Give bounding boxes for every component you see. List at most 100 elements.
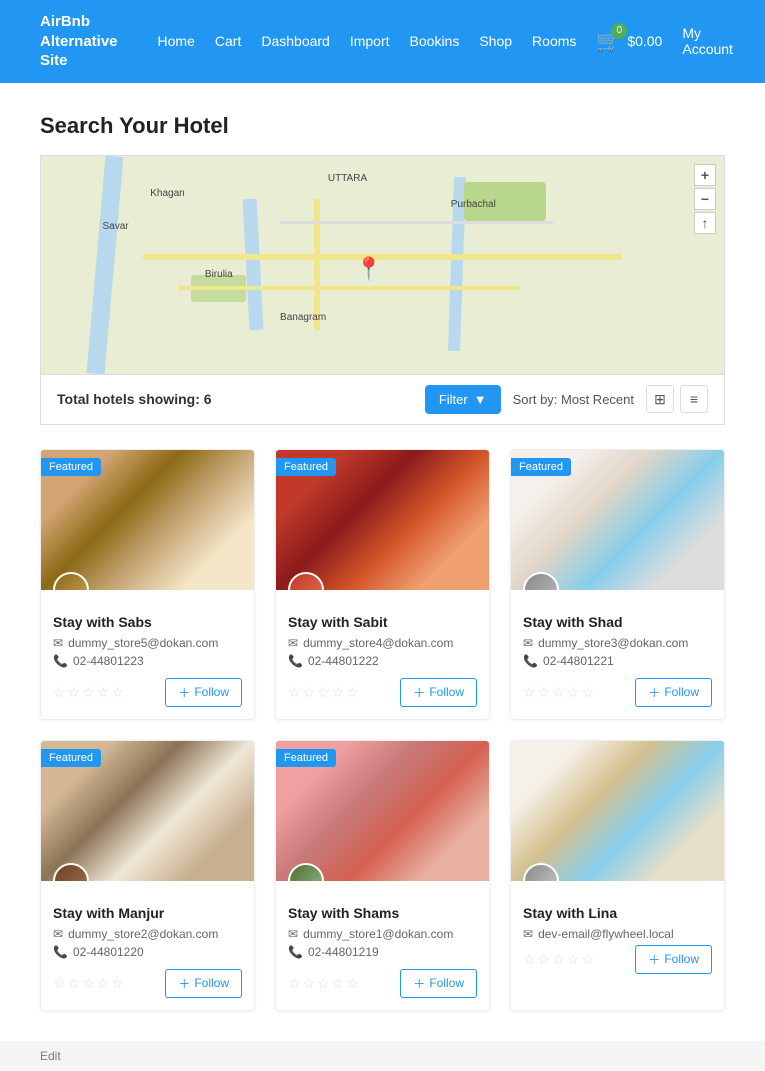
star-empty: ☆ — [523, 684, 536, 701]
nav-home[interactable]: Home — [158, 33, 195, 49]
hotel-name: Stay with Shad — [523, 614, 712, 630]
main-content: Search Your Hotel Savar Purbachal Biruli… — [0, 83, 765, 1041]
hotel-card: Featured Stay with Sabs ✉ dummy_store5@d… — [40, 449, 255, 720]
grid-view-icon[interactable]: ⊞ — [646, 385, 674, 413]
hotel-email: ✉ dummy_store4@dokan.com — [288, 636, 477, 650]
star-empty: ☆ — [552, 951, 565, 968]
map-road-2 — [314, 199, 320, 330]
hotel-phone: 📞 02-44801223 — [53, 654, 242, 668]
footer: Edit — [0, 1041, 765, 1071]
star-empty: ☆ — [332, 684, 345, 701]
hotel-body: Stay with Lina ✉ dev-email@flywheel.loca… — [511, 881, 724, 986]
hotel-image-wrap: Featured — [276, 741, 489, 881]
map-label-birulia: Birulia — [205, 269, 233, 280]
map-road-4 — [280, 221, 553, 224]
email-icon: ✉ — [523, 636, 533, 650]
hotel-footer: ☆☆☆☆☆ ＋ Follow — [53, 678, 242, 707]
nav-bookins[interactable]: Bookins — [410, 33, 460, 49]
map-zoom-out[interactable]: − — [694, 188, 716, 210]
nav-rooms[interactable]: Rooms — [532, 33, 576, 49]
follow-button[interactable]: ＋ Follow — [635, 678, 712, 707]
hotel-card: Featured Stay with Sabit ✉ dummy_store4@… — [275, 449, 490, 720]
hotel-phone: 📞 02-44801221 — [523, 654, 712, 668]
map-label-uttara: UTTARA — [328, 173, 367, 184]
email-icon: ✉ — [288, 927, 298, 941]
star-empty: ☆ — [288, 684, 301, 701]
page-title: Search Your Hotel — [40, 113, 725, 139]
hotel-body: Stay with Sabit ✉ dummy_store4@dokan.com… — [276, 590, 489, 719]
star-empty: ☆ — [68, 684, 81, 701]
star-empty: ☆ — [581, 951, 594, 968]
nav-cart[interactable]: Cart — [215, 33, 241, 49]
hotel-image — [511, 741, 724, 881]
filter-button[interactable]: Filter ▼ — [425, 385, 501, 414]
hotel-email: ✉ dev-email@flywheel.local — [523, 927, 712, 941]
hotel-stars: ☆☆☆☆☆ — [288, 975, 359, 992]
nav-dashboard[interactable]: Dashboard — [261, 33, 330, 49]
follow-label: Follow — [664, 685, 699, 699]
nav-my-account[interactable]: My Account — [682, 25, 733, 57]
follow-label: Follow — [429, 976, 464, 990]
star-empty: ☆ — [552, 684, 565, 701]
hotel-stars: ☆☆☆☆☆ — [288, 684, 359, 701]
star-empty: ☆ — [111, 975, 124, 992]
star-empty: ☆ — [53, 975, 66, 992]
map-zoom-in[interactable]: + — [694, 164, 716, 186]
star-empty: ☆ — [97, 975, 110, 992]
cart-badge: 0 — [611, 23, 627, 39]
hotel-footer: ☆☆☆☆☆ ＋ Follow — [288, 678, 477, 707]
list-view-icon[interactable]: ≡ — [680, 385, 708, 413]
filter-arrow-icon: ▼ — [474, 392, 487, 407]
follow-button[interactable]: ＋ Follow — [400, 678, 477, 707]
map-water-2 — [242, 199, 263, 330]
map-container[interactable]: Savar Purbachal Birulia UTTARA Khagan Ba… — [40, 155, 725, 375]
map-controls: + − ↑ — [694, 164, 716, 234]
hotel-stars: ☆☆☆☆☆ — [53, 975, 124, 992]
follow-button[interactable]: ＋ Follow — [165, 678, 242, 707]
star-empty: ☆ — [538, 684, 551, 701]
follow-button[interactable]: ＋ Follow — [400, 969, 477, 998]
hotel-card: Featured Stay with Manjur ✉ dummy_store2… — [40, 740, 255, 1011]
hotel-email: ✉ dummy_store2@dokan.com — [53, 927, 242, 941]
hotel-body: Stay with Sabs ✉ dummy_store5@dokan.com … — [41, 590, 254, 719]
star-empty: ☆ — [538, 951, 551, 968]
follow-button[interactable]: ＋ Follow — [635, 945, 712, 974]
email-icon: ✉ — [53, 636, 63, 650]
hotel-name: Stay with Lina — [523, 905, 712, 921]
follow-label: Follow — [194, 976, 229, 990]
hotel-email: ✉ dummy_store1@dokan.com — [288, 927, 477, 941]
hotel-name: Stay with Manjur — [53, 905, 242, 921]
hotel-footer: ☆☆☆☆☆ ＋ Follow — [288, 969, 477, 998]
follow-label: Follow — [194, 685, 229, 699]
hotel-card: Featured Stay with Shams ✉ dummy_store1@… — [275, 740, 490, 1011]
nav-shop[interactable]: Shop — [479, 33, 512, 49]
follow-button[interactable]: ＋ Follow — [165, 969, 242, 998]
map-road-3 — [178, 286, 520, 290]
star-empty: ☆ — [303, 684, 316, 701]
follow-plus-icon: ＋ — [178, 975, 190, 992]
star-empty: ☆ — [82, 975, 95, 992]
nav-import[interactable]: Import — [350, 33, 390, 49]
hotel-stars: ☆☆☆☆☆ — [53, 684, 124, 701]
star-empty: ☆ — [567, 951, 580, 968]
hotel-phone: 📞 02-44801222 — [288, 654, 477, 668]
follow-plus-icon: ＋ — [648, 684, 660, 701]
map-north[interactable]: ↑ — [694, 212, 716, 234]
phone-icon: 📞 — [53, 945, 68, 959]
featured-badge: Featured — [276, 749, 336, 767]
star-empty: ☆ — [317, 684, 330, 701]
hotel-email: ✉ dummy_store5@dokan.com — [53, 636, 242, 650]
edit-label[interactable]: Edit — [40, 1049, 61, 1063]
star-empty: ☆ — [317, 975, 330, 992]
featured-badge: Featured — [511, 458, 571, 476]
map-water-1 — [86, 155, 123, 374]
hotel-body: Stay with Shams ✉ dummy_store1@dokan.com… — [276, 881, 489, 1010]
hotel-image-wrap: Featured — [41, 741, 254, 881]
hotel-name: Stay with Shams — [288, 905, 477, 921]
star-empty: ☆ — [581, 684, 594, 701]
cart-area[interactable]: 🛒 0 $0.00 — [596, 29, 662, 54]
star-empty: ☆ — [82, 684, 95, 701]
hotel-image-wrap: Featured — [276, 450, 489, 590]
star-empty: ☆ — [111, 684, 124, 701]
map-label-khagan: Khagan — [150, 188, 184, 199]
